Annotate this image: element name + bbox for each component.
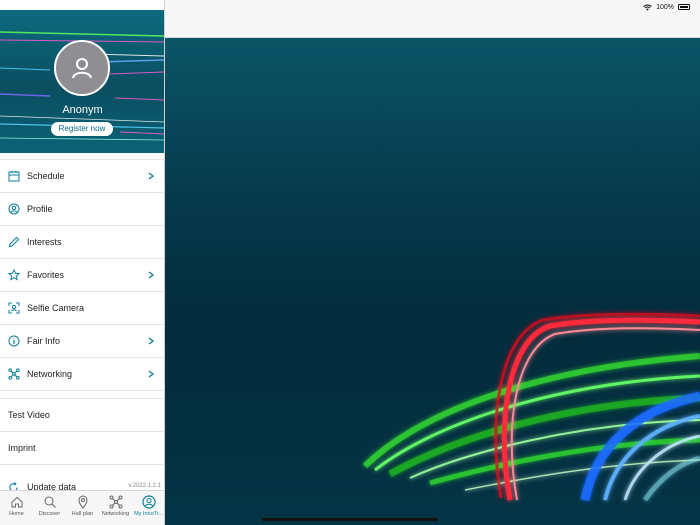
tab-label: Home [9, 511, 24, 517]
tab-discover[interactable]: Discover [33, 491, 66, 525]
sidebar-menu: Anonym Register now Schedule Profile Int… [0, 0, 165, 525]
star-icon [8, 269, 20, 281]
user-name: Anonym [62, 104, 103, 116]
sidebar-item-label: Schedule [27, 171, 65, 181]
map-pin-icon [77, 495, 88, 509]
sidebar-top-spacer [0, 0, 164, 10]
selfie-camera-icon [8, 302, 20, 314]
tab-home[interactable]: Home [0, 491, 33, 525]
light-streaks-artwork [362, 312, 700, 502]
sidebar-item-selfie-camera[interactable]: Selfie Camera [0, 292, 164, 325]
chevron-right-icon [148, 172, 154, 180]
tab-bar: Home Discover Hall plan Networking My In… [0, 490, 164, 525]
wifi-icon [643, 4, 652, 11]
network-icon [8, 368, 20, 380]
sidebar-item-label: Interests [27, 237, 62, 247]
tab-label: Hall plan [71, 511, 94, 517]
profile-icon [8, 203, 20, 215]
tab-label: Discover [38, 511, 61, 517]
chevron-right-icon [148, 271, 154, 279]
sidebar-item-label: Selfie Camera [27, 303, 85, 313]
tab-networking[interactable]: Networking [99, 491, 132, 525]
battery-icon [678, 4, 690, 10]
status-bar: 100% [165, 0, 700, 14]
info-icon [8, 335, 20, 347]
sidebar-item-schedule[interactable]: Schedule [0, 160, 164, 193]
pencil-icon [8, 236, 20, 248]
user-silhouette-icon [72, 58, 92, 79]
chevron-right-icon [148, 370, 154, 378]
tab-label: Networking [101, 511, 130, 517]
register-now-button[interactable]: Register now [51, 122, 113, 136]
sidebar-item-profile[interactable]: Profile [0, 193, 164, 226]
sidebar-item-test-video[interactable]: Test Video [0, 399, 164, 432]
sidebar-item-fair-info[interactable]: Fair Info [0, 325, 164, 358]
sidebar-item-interests[interactable]: Interests [0, 226, 164, 259]
avatar[interactable] [54, 40, 110, 96]
tab-hall-plan[interactable]: Hall plan [66, 491, 99, 525]
sidebar-item-label: Networking [27, 369, 73, 379]
sidebar-menu-list: Schedule Profile Interests Favorites Sel… [0, 159, 164, 391]
home-icon [11, 496, 22, 508]
search-icon [44, 496, 56, 508]
network-icon [109, 495, 122, 509]
sidebar-item-networking[interactable]: Networking [0, 358, 164, 391]
version-label: v.2022.1.2.1 [128, 483, 161, 489]
sidebar-item-label: Favorites [27, 270, 65, 280]
main-background [165, 38, 700, 525]
chevron-right-icon [148, 337, 154, 345]
home-indicator [262, 518, 438, 521]
profile-header: Anonym Register now [0, 10, 164, 153]
sidebar-item-label: Profile [27, 204, 53, 214]
calendar-icon [8, 170, 20, 182]
sidebar-item-label: Fair Info [27, 336, 61, 346]
tab-label: My InnoTr... [134, 511, 163, 517]
sidebar-item-imprint[interactable]: Imprint [0, 432, 164, 465]
battery-percent: 100% [656, 3, 674, 11]
sidebar-item-favorites[interactable]: Favorites [0, 259, 164, 292]
profile-icon [141, 495, 156, 509]
tab-my-innotrans[interactable]: My InnoTr... [132, 491, 164, 525]
section-divider [0, 391, 164, 399]
